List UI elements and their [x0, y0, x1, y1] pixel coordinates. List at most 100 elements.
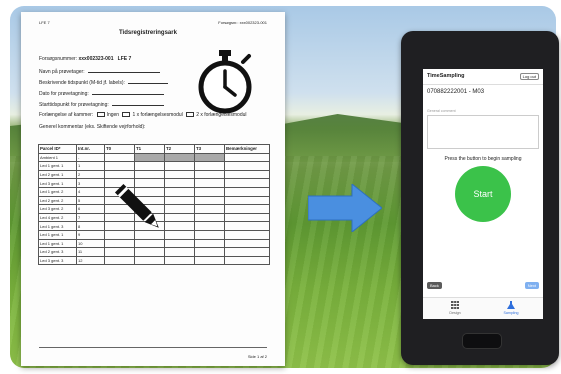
grid-icon: [451, 301, 459, 309]
paper-header-right: Forsøgsnr.: xxx002323-001: [218, 20, 267, 25]
parcel-id-cell: Led 2 gent. 3: [38, 247, 77, 257]
table-cell: [194, 186, 225, 197]
table-cell: [164, 178, 195, 188]
parcel-id-cell: Led 2 gent. 1: [38, 169, 77, 180]
experiment-value: xxx002323-001: [78, 56, 114, 62]
flask-icon: [507, 301, 515, 309]
table-cell: [194, 204, 225, 214]
table-row: Led 3 gent. 3 12: [38, 255, 270, 266]
experiment-label: Forsøgsnummer:: [39, 56, 78, 62]
table-cell: [164, 238, 195, 249]
column-header: Parcel ID*: [38, 144, 77, 154]
app-screen: TimeSampling Log out 070882222001 - M03 …: [423, 69, 543, 319]
table-cell: [224, 212, 270, 223]
table-cell: [164, 212, 195, 223]
table-cell: [224, 152, 270, 163]
tab-sampling[interactable]: Sampling: [491, 301, 531, 315]
int-nr-cell: 8: [76, 221, 105, 231]
extension-option: 1 x forlængelsesmodul: [132, 112, 183, 118]
pencil-icon: [114, 183, 159, 228]
table-cell: [164, 247, 195, 257]
field-start-time: Starttidspunkt for prøvetagning:: [39, 101, 164, 108]
field-label: Beskrivende tidspunkt (M-tid jf. labels)…: [39, 80, 125, 86]
parcel-id-cell: Ambient 1: [38, 152, 77, 163]
table-cell: [224, 204, 270, 214]
table-cell: [164, 255, 195, 266]
table-cell: [224, 221, 270, 231]
back-button[interactable]: Back: [427, 282, 442, 289]
table-cell: [134, 161, 165, 171]
next-button[interactable]: Next: [524, 282, 539, 289]
table-cell: [194, 169, 225, 180]
checkbox: [96, 112, 105, 118]
tab-bar: Design Sampling: [423, 297, 543, 319]
logout-button[interactable]: Log out: [519, 73, 539, 80]
table-cell: [164, 229, 195, 240]
experiment-unit: LFE 7: [117, 56, 132, 62]
table-cell: [194, 161, 225, 171]
phone-home-button[interactable]: [462, 333, 502, 349]
table-cell: [224, 247, 270, 257]
field-label: Starttidspunkt for prøvetagning:: [39, 102, 109, 108]
int-nr-cell: 4: [76, 186, 105, 197]
table-cell: [134, 255, 165, 266]
table-cell: [194, 247, 225, 257]
parcel-id-cell: Led 1 gent. 2: [38, 186, 77, 197]
table-cell: [194, 221, 225, 231]
tab-design[interactable]: Design: [435, 301, 475, 315]
int-nr-cell: 1: [76, 161, 105, 171]
extension-option: Ingen: [106, 112, 120, 118]
table-cell: [194, 229, 225, 240]
comment-label: General comment: [427, 109, 456, 113]
experiment-number-line: Forsøgsnummer: xxx002323-001 LFE 7: [39, 56, 131, 62]
table-cell: [194, 212, 225, 223]
arrow-right-icon: [308, 184, 382, 232]
column-header: T1: [134, 144, 165, 154]
table-cell: [224, 186, 270, 197]
paper-header-left: LFE 7: [39, 20, 50, 25]
paper-title: Tidsregistreringsark: [119, 30, 177, 36]
field-sampling-date: Dato for prøvetagning:: [39, 90, 164, 97]
sample-id: 070882222001 - M03: [427, 89, 485, 95]
table-cell: [224, 195, 270, 206]
table-cell: [194, 152, 225, 163]
int-nr-cell: 12: [76, 255, 105, 266]
field-underline: [91, 90, 164, 95]
int-nr-cell: 3: [76, 178, 105, 188]
table-cell: [164, 152, 195, 163]
table-cell: [224, 238, 270, 249]
field-sampler-name: Navn på prøvetager:: [39, 68, 160, 75]
table-row: Led 1 gent. 1 10: [38, 238, 270, 249]
table-row: Ambient 1-: [38, 152, 270, 163]
tab-label: Sampling: [503, 311, 519, 315]
table-row: Led 2 gent. 3 11: [38, 247, 270, 257]
table-cell: [224, 178, 270, 188]
general-comment-input[interactable]: [427, 115, 539, 149]
start-button[interactable]: Start: [455, 166, 511, 222]
table-cell: [164, 195, 195, 206]
table-cell: [164, 204, 195, 214]
int-nr-cell: 5: [76, 195, 105, 206]
table-cell: [104, 247, 135, 257]
int-nr-cell: -: [76, 152, 105, 163]
table-cell: [224, 229, 270, 240]
field-general-comment: Generel kommentar (eks. Skiftende vejrfo…: [39, 124, 146, 130]
parcel-id-cell: Led 1 gent. 1: [38, 161, 77, 171]
table-cell: [134, 152, 165, 163]
table-cell: [134, 169, 165, 180]
parcel-id-cell: Led 3 gent. 2: [38, 204, 77, 214]
int-nr-cell: 2: [76, 169, 105, 180]
app-bar: TimeSampling Log out: [423, 69, 543, 85]
table-cell: [224, 169, 270, 180]
column-header: Int.nr.: [76, 144, 105, 154]
tab-label: Design: [449, 311, 461, 315]
field-time-description: Beskrivende tidspunkt (M-tid jf. labels)…: [39, 79, 168, 86]
field-underline: [111, 101, 164, 106]
app-title: TimeSampling: [427, 73, 465, 79]
parcel-id-cell: Led 4 gent. 2: [38, 212, 77, 223]
table-cell: [164, 186, 195, 197]
field-label: Navn på prøvetager:: [39, 69, 85, 75]
table-cell: [164, 221, 195, 231]
table-row: Led 1 gent. 11: [38, 161, 270, 171]
table-cell: [104, 152, 135, 163]
